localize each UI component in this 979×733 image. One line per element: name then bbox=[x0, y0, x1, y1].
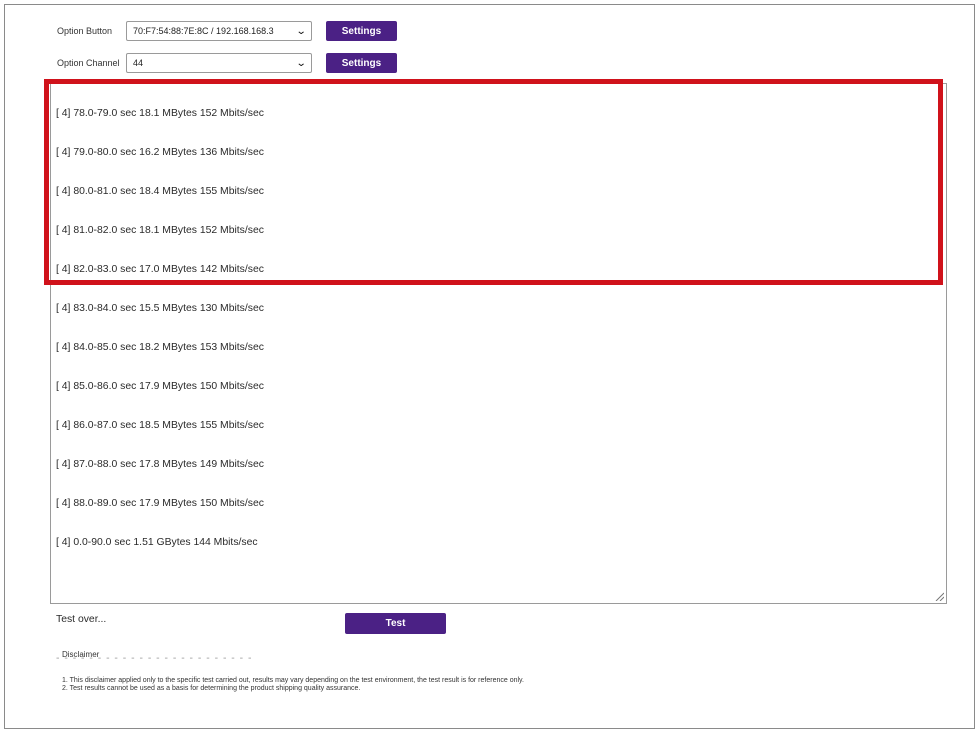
chevron-down-icon: ⌄ bbox=[295, 25, 307, 37]
chevron-down-icon: ⌄ bbox=[295, 57, 307, 69]
log-line: [ 4] 86.0-87.0 sec 18.5 MBytes 155 Mbits… bbox=[56, 420, 264, 431]
status-text: Test over... bbox=[56, 614, 107, 625]
option-button-label: Option Button bbox=[57, 26, 113, 36]
log-line: [ 4] 84.0-85.0 sec 18.2 MBytes 153 Mbits… bbox=[56, 342, 264, 353]
option-button-select[interactable]: 70:F7:54:88:7E:8C / 192.168.168.3 ⌄ bbox=[126, 21, 312, 41]
option-button-value: 70:F7:54:88:7E:8C / 192.168.168.3 bbox=[133, 26, 274, 36]
disclaimer-title: Disclaimer bbox=[62, 650, 100, 659]
disclaimer-line: 2. Test results cannot be used as a basi… bbox=[62, 685, 361, 692]
highlight-box bbox=[44, 79, 943, 285]
option-channel-label: Option Channel bbox=[57, 58, 120, 68]
log-line: [ 4] 85.0-86.0 sec 17.9 MBytes 150 Mbits… bbox=[56, 381, 264, 392]
option-channel-row: Option Channel 44 ⌄ Settings bbox=[57, 52, 397, 74]
option-channel-select[interactable]: 44 ⌄ bbox=[126, 53, 312, 73]
disclaimer-line: 1. This disclaimer applied only to the s… bbox=[62, 677, 524, 684]
option-channel-value: 44 bbox=[133, 58, 144, 68]
option-channel-settings-button[interactable]: Settings bbox=[326, 53, 397, 73]
log-line: [ 4] 0.0-90.0 sec 1.51 GBytes 144 Mbits/… bbox=[56, 537, 258, 548]
log-line: [ 4] 87.0-88.0 sec 17.8 MBytes 149 Mbits… bbox=[56, 459, 264, 470]
disclaimer-text: 1. This disclaimer applied only to the s… bbox=[62, 677, 524, 693]
option-button-settings-button[interactable]: Settings bbox=[326, 21, 397, 41]
log-line: [ 4] 83.0-84.0 sec 15.5 MBytes 130 Mbits… bbox=[56, 303, 264, 314]
option-button-row: Option Button 70:F7:54:88:7E:8C / 192.16… bbox=[57, 20, 397, 42]
divider-line: - - - - - - - - - - - - - - - - - - - - … bbox=[56, 653, 253, 664]
log-line: [ 4] 88.0-89.0 sec 17.9 MBytes 150 Mbits… bbox=[56, 498, 264, 509]
test-button[interactable]: Test bbox=[345, 613, 446, 634]
